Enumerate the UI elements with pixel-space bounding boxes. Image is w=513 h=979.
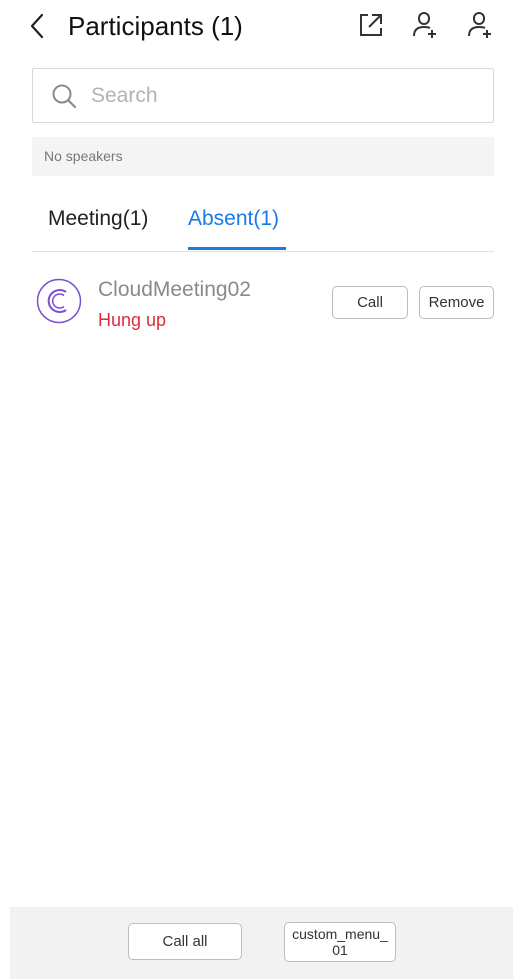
active-tab-indicator: [188, 247, 286, 250]
page-title: Participants (1): [68, 11, 243, 41]
back-icon[interactable]: [26, 12, 50, 40]
tab-meeting[interactable]: Meeting(1): [48, 204, 148, 234]
search-input[interactable]: [91, 81, 471, 111]
call-button[interactable]: Call: [332, 286, 408, 319]
footer-bar: Call all custom_menu_01: [10, 907, 513, 979]
share-external-icon[interactable]: [356, 10, 386, 40]
remove-button[interactable]: Remove: [419, 286, 494, 319]
participant-row: CloudMeeting02 Hung up Call Remove: [32, 270, 494, 340]
add-participant-icon[interactable]: [410, 10, 440, 40]
search-box[interactable]: [32, 68, 494, 123]
invite-participant-icon[interactable]: [465, 10, 495, 40]
participant-status: Hung up: [98, 310, 167, 330]
tab-absent[interactable]: Absent(1): [188, 204, 279, 234]
participant-name: CloudMeeting02: [98, 278, 251, 301]
header-bar: Participants (1): [0, 0, 513, 56]
speakers-status: No speakers: [32, 137, 494, 176]
custom-menu-button[interactable]: custom_menu_01: [284, 922, 396, 962]
participant-tabs: Meeting(1) Absent(1): [32, 196, 494, 252]
call-all-button[interactable]: Call all: [128, 923, 242, 960]
avatar: [36, 278, 82, 324]
search-icon: [52, 84, 77, 109]
